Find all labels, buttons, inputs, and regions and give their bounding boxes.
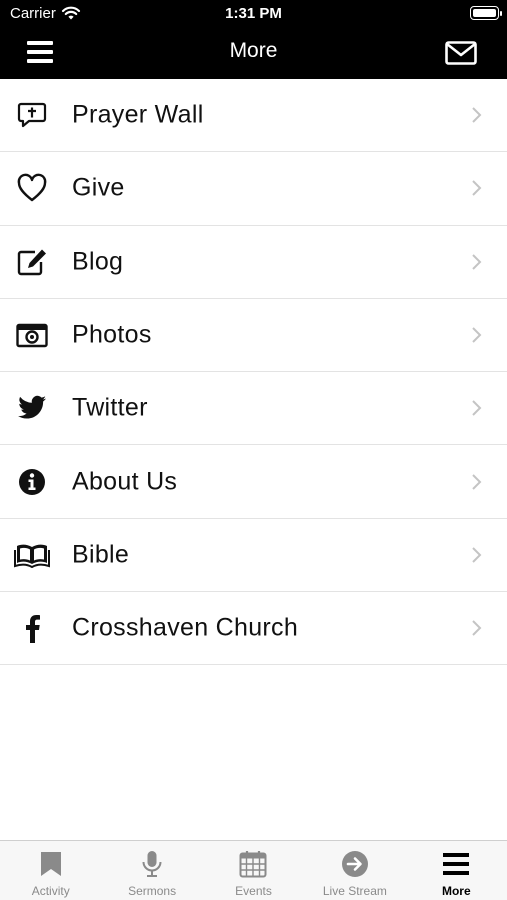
list-item-label: Twitter: [72, 393, 148, 422]
chevron-right-icon: [472, 180, 482, 197]
chevron-right-icon: [472, 107, 482, 123]
tab-more[interactable]: More: [406, 841, 507, 900]
battery-icon: [470, 6, 502, 20]
list-item-give[interactable]: Give: [0, 152, 507, 226]
top-bar: Carrier 1:31 PM More: [0, 0, 507, 79]
mail-icon[interactable]: [445, 41, 477, 65]
list-item-photos[interactable]: Photos: [0, 299, 507, 373]
chevron-right-icon: [472, 327, 482, 343]
info-icon: [14, 464, 50, 500]
list-item-label: Prayer Wall: [72, 100, 204, 129]
edit-icon: [14, 244, 50, 280]
camera-icon: [14, 317, 50, 353]
tab-label: Events: [235, 884, 272, 898]
nav-bar: More: [0, 28, 507, 79]
book-icon: [14, 537, 50, 573]
chevron-right-icon: [472, 547, 482, 563]
prayer-icon: [14, 97, 50, 133]
list-item-twitter[interactable]: Twitter: [0, 372, 507, 446]
list-item-bible[interactable]: Bible: [0, 519, 507, 593]
list-item-crosshaven-church[interactable]: Crosshaven Church: [0, 592, 507, 666]
more-menu-list: Prayer Wall Give Blog Photos Twitter Abo…: [0, 79, 507, 666]
chevron-right-icon: [472, 254, 482, 270]
tab-label: Live Stream: [322, 884, 387, 898]
list-item-label: Give: [72, 173, 125, 202]
menu-icon: [441, 849, 471, 879]
twitter-icon: [14, 390, 50, 426]
list-item-label: Bible: [72, 540, 130, 569]
tab-label: Sermons: [128, 884, 177, 898]
tab-events[interactable]: Events: [203, 841, 304, 900]
microphone-icon: [137, 849, 167, 879]
tab-sermons[interactable]: Sermons: [101, 841, 202, 900]
page-title: More: [229, 39, 278, 62]
heart-icon: [14, 170, 50, 206]
status-time: 1:31 PM: [225, 5, 282, 22]
chevron-right-icon: [472, 400, 482, 417]
list-item-label: Crosshaven Church: [72, 613, 299, 642]
list-item-label: About Us: [72, 467, 178, 496]
bookmark-icon: [36, 849, 66, 879]
arrow-circle-icon: [340, 849, 370, 879]
list-item-about-us[interactable]: About Us: [0, 445, 507, 519]
list-item-prayer-wall[interactable]: Prayer Wall: [0, 79, 507, 153]
calendar-icon: [238, 849, 268, 879]
tab-activity[interactable]: Activity: [0, 841, 101, 900]
status-bar: Carrier 1:31 PM: [0, 0, 507, 28]
list-item-label: Blog: [72, 247, 124, 276]
chevron-right-icon: [472, 473, 482, 490]
tab-label: More: [441, 884, 471, 898]
list-item-blog[interactable]: Blog: [0, 226, 507, 299]
tab-live-stream[interactable]: Live Stream: [304, 841, 405, 900]
tab-bar: Activity Sermons Events Live Stream More: [0, 840, 507, 900]
facebook-icon: [14, 610, 50, 646]
list-item-label: Photos: [72, 320, 152, 349]
chevron-right-icon: [472, 620, 482, 636]
tab-label: Activity: [31, 884, 70, 898]
